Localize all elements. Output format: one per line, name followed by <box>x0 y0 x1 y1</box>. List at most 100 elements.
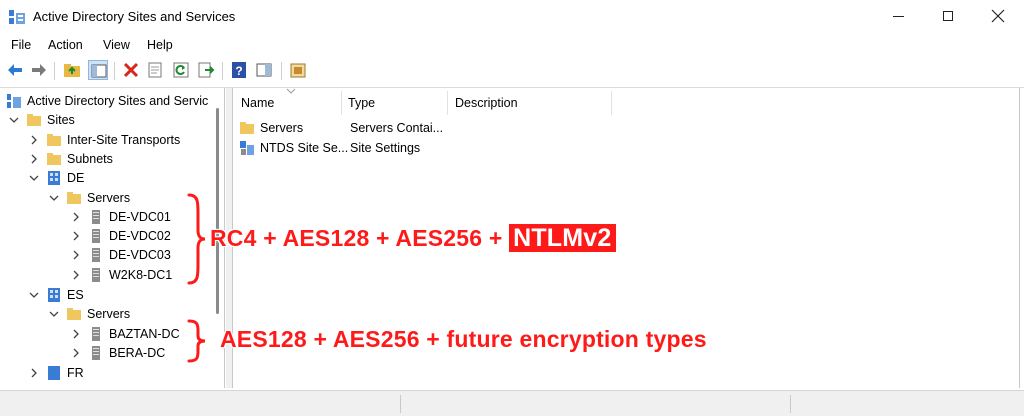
list-item-name: NTDS Site Se... <box>260 141 349 155</box>
list-item[interactable]: NTDS Site Se... Site Settings <box>239 138 420 158</box>
server-icon <box>88 345 104 361</box>
chevron-down-icon[interactable] <box>28 172 40 184</box>
tree-label: Sites <box>47 112 75 127</box>
tree-label: Servers <box>87 190 131 205</box>
delete-icon[interactable] <box>121 60 141 80</box>
chevron-right-icon[interactable] <box>28 153 40 165</box>
tree-label: DE-VDC01 <box>109 209 171 224</box>
tree-label: ES <box>67 287 84 302</box>
tree-item-sites[interactable]: Sites <box>8 110 75 129</box>
tree-label: DE-VDC03 <box>109 247 171 262</box>
tree-item-inter-site-transports[interactable]: Inter-Site Transports <box>28 130 180 149</box>
ad-sites-icon <box>6 93 22 109</box>
tree-item-es-servers[interactable]: Servers <box>48 304 130 323</box>
toolbar-separator <box>114 62 115 80</box>
action-pane-icon[interactable] <box>254 60 274 80</box>
tree-item-subnets[interactable]: Subnets <box>28 149 113 168</box>
maximize-button[interactable] <box>926 0 972 32</box>
tree-label: BAZTAN-DC <box>109 326 180 341</box>
chevron-right-icon[interactable] <box>70 211 82 223</box>
tree-label: DE-VDC02 <box>109 228 171 243</box>
chevron-right-icon[interactable] <box>70 249 82 261</box>
tree-item-site-de[interactable]: DE <box>28 168 84 187</box>
tree-scrollbar-thumb[interactable] <box>216 108 219 314</box>
new-site-icon[interactable] <box>288 60 308 80</box>
tree-label: FR <box>67 365 84 380</box>
server-icon <box>88 247 104 263</box>
minimize-button[interactable] <box>876 0 922 32</box>
list-item[interactable]: Servers Servers Contai... <box>239 118 443 138</box>
maximize-icon <box>943 11 953 21</box>
sort-indicator-icon <box>286 88 296 94</box>
tree-item-dc[interactable]: DE-VDC03 <box>70 245 171 264</box>
menu-help[interactable]: Help <box>147 38 173 52</box>
tree-item-site-fr[interactable]: FR <box>28 363 84 382</box>
export-list-icon[interactable] <box>196 60 216 80</box>
server-icon <box>88 267 104 283</box>
column-header-type[interactable]: Type <box>348 96 375 110</box>
column-separator[interactable] <box>611 91 612 115</box>
annotation-encryption-de: RC4 + AES128 + AES256 + NTLMv2 <box>210 224 616 253</box>
folder-icon <box>239 120 255 136</box>
chevron-down-icon[interactable] <box>8 114 20 126</box>
window-title: Active Directory Sites and Services <box>33 9 236 24</box>
back-icon[interactable] <box>5 60 25 80</box>
folder-icon <box>46 132 62 148</box>
server-icon <box>88 209 104 225</box>
chevron-right-icon[interactable] <box>28 367 40 379</box>
server-icon <box>88 228 104 244</box>
server-icon <box>88 326 104 342</box>
annotation-text: RC4 + AES128 + AES256 + <box>210 225 503 251</box>
ntds-settings-icon <box>239 140 255 156</box>
tree-item-dc[interactable]: W2K8-DC1 <box>70 265 172 284</box>
annotation-brace-bottom <box>187 319 206 363</box>
tree-item-dc[interactable]: DE-VDC01 <box>70 207 171 226</box>
folder-icon <box>46 151 62 167</box>
tree-item-site-es[interactable]: ES <box>28 285 84 304</box>
list-item-name: Servers <box>260 121 304 135</box>
chevron-right-icon[interactable] <box>70 269 82 281</box>
toolbar-separator <box>281 62 282 80</box>
close-button[interactable] <box>975 0 1021 32</box>
properties-icon[interactable] <box>145 60 165 80</box>
tree-label: Subnets <box>67 151 113 166</box>
site-icon <box>46 287 62 303</box>
title-bar: Active Directory Sites and Services <box>0 0 1024 34</box>
annotation-encryption-es: AES128 + AES256 + future encryption type… <box>220 326 707 352</box>
column-separator[interactable] <box>341 91 342 115</box>
column-header-description[interactable]: Description <box>455 96 518 110</box>
column-separator[interactable] <box>447 91 448 115</box>
tree-label: DE <box>67 170 85 185</box>
tree-item-dc[interactable]: DE-VDC02 <box>70 226 171 245</box>
chevron-down-icon[interactable] <box>28 289 40 301</box>
column-header-name[interactable]: Name <box>241 96 274 110</box>
tree-item-dc[interactable]: BERA-DC <box>70 343 165 362</box>
chevron-right-icon[interactable] <box>70 328 82 340</box>
toolbar-separator <box>54 62 55 80</box>
tree-item-dc[interactable]: BAZTAN-DC <box>70 324 180 343</box>
menu-view[interactable]: View <box>103 38 130 52</box>
chevron-down-icon[interactable] <box>48 308 60 320</box>
show-hide-console-tree-icon[interactable] <box>88 60 108 80</box>
toolbar: ? <box>0 57 1024 85</box>
chevron-right-icon[interactable] <box>28 134 40 146</box>
tree-item-de-servers[interactable]: Servers <box>48 188 130 207</box>
folder-icon <box>66 190 82 206</box>
site-icon <box>46 365 62 381</box>
site-icon <box>46 170 62 186</box>
tree-label: Inter-Site Transports <box>67 132 181 147</box>
menu-file[interactable]: File <box>11 38 31 52</box>
chevron-down-icon[interactable] <box>48 192 60 204</box>
refresh-icon[interactable] <box>171 60 191 80</box>
chevron-right-icon[interactable] <box>70 347 82 359</box>
chevron-right-icon[interactable] <box>70 230 82 242</box>
tree-label: Servers <box>87 306 131 321</box>
folder-icon <box>66 306 82 322</box>
up-folder-icon[interactable] <box>62 60 82 80</box>
menu-action[interactable]: Action <box>48 38 83 52</box>
tree-root[interactable]: Active Directory Sites and Servic <box>6 91 208 110</box>
tree-label: W2K8-DC1 <box>109 267 173 282</box>
forward-icon[interactable] <box>29 60 49 80</box>
help-icon[interactable]: ? <box>229 60 249 80</box>
list-item-type: Site Settings <box>350 141 421 155</box>
